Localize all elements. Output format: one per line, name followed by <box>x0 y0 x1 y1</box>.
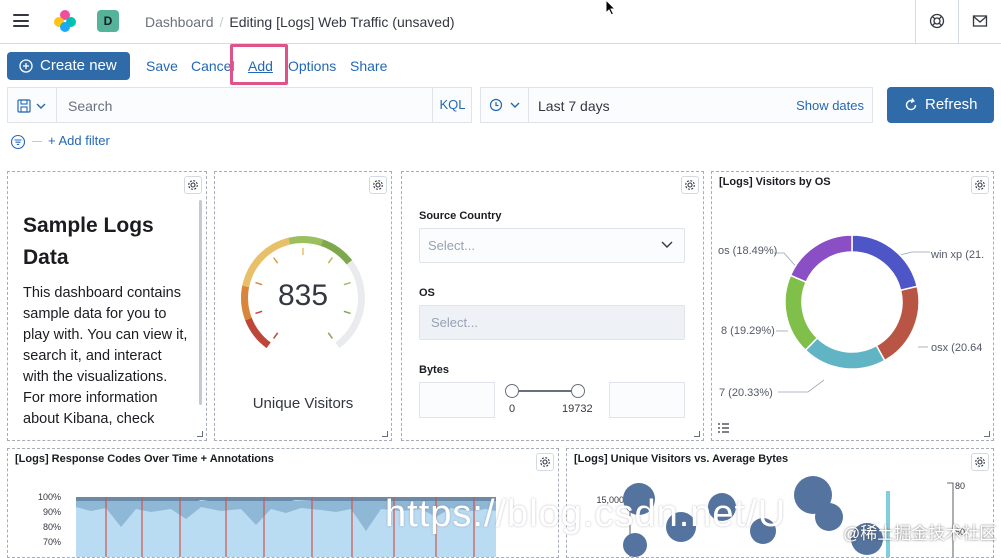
query-bar: Search KQL <box>7 87 472 123</box>
os-slice-label-8: 8 (19.29%) <box>721 325 775 337</box>
save-query-icon <box>17 99 46 113</box>
donut-slice-osx[interactable] <box>875 285 920 362</box>
search-input[interactable]: Search <box>68 98 112 114</box>
source-country-label: Source Country <box>419 210 502 222</box>
donut-slice-ios[interactable] <box>789 234 853 284</box>
kql-toggle[interactable]: KQL <box>432 88 472 122</box>
gauge-fill-segment <box>297 236 307 244</box>
site-watermark: @稀土掘金技术社区 <box>843 524 997 543</box>
gauge-label: Unique Visitors <box>252 395 354 412</box>
newsfeed-button[interactable] <box>958 0 1001 44</box>
options-link[interactable]: Options <box>288 58 336 74</box>
visitors-by-os-panel: [Logs] Visitors by OS win xp (21. osx (2… <box>711 171 994 441</box>
gear-icon <box>373 180 383 190</box>
resize-handle[interactable] <box>197 431 203 437</box>
markdown-body: This dashboard contains sample data for … <box>23 285 188 427</box>
refresh-label: Refresh <box>925 96 978 113</box>
os-placeholder: Select... <box>431 315 478 330</box>
panel-options-button[interactable] <box>681 176 699 194</box>
donut-slice-win-xp[interactable] <box>851 234 919 292</box>
y-tick: 100% <box>37 492 61 502</box>
resize-handle[interactable] <box>694 431 700 437</box>
visitors-by-os-donut <box>774 234 930 393</box>
input-controls-panel: Source Country Select... OS Select... By… <box>401 171 704 441</box>
filter-icon[interactable] <box>10 134 26 150</box>
os-slice-label-winxp: win xp (21. <box>931 249 985 261</box>
bytes-min-value: 0 <box>509 403 516 415</box>
date-range-label[interactable]: Last 7 days <box>538 98 610 114</box>
quick-select-button[interactable] <box>481 88 529 122</box>
breadcrumb-current: Editing [Logs] Web Traffic (unsaved) <box>229 14 455 30</box>
help-button[interactable] <box>915 0 958 44</box>
donut-slice-7[interactable] <box>804 336 886 370</box>
gauge-tick <box>273 257 279 264</box>
y-tick: 70% <box>42 537 61 547</box>
response-codes-title: [Logs] Response Codes Over Time + Annota… <box>15 453 274 465</box>
donut-slice-8[interactable] <box>784 274 819 352</box>
y-tick: 90% <box>42 507 61 517</box>
source-country-placeholder: Select... <box>428 238 475 253</box>
refresh-icon <box>905 98 917 111</box>
y-tick: 80% <box>42 522 61 532</box>
filter-divider <box>32 141 42 142</box>
os-slice-label-7: 7 (20.33%) <box>719 387 773 399</box>
bytes-min-input[interactable] <box>419 382 495 418</box>
kibana-logo-icon[interactable] <box>53 9 77 33</box>
breadcrumb-dashboard[interactable]: Dashboard <box>145 14 214 30</box>
gauge-fill-segment <box>288 236 299 245</box>
bytes-max-value: 19732 <box>562 403 593 415</box>
show-dates-link[interactable]: Show dates <box>796 98 864 113</box>
resize-handle[interactable] <box>984 431 990 437</box>
breadcrumb-separator: / <box>219 14 224 30</box>
gear-icon <box>540 457 550 467</box>
cancel-link[interactable]: Cancel <box>191 58 235 74</box>
save-link[interactable]: Save <box>146 58 178 74</box>
space-avatar[interactable]: D <box>97 10 119 32</box>
menu-icon[interactable] <box>13 14 29 27</box>
markdown-title: Sample Logs Data <box>23 214 154 269</box>
gear-icon <box>685 180 695 190</box>
os-slice-label-ios: os (18.49%) <box>718 245 778 257</box>
breadcrumb: Dashboard / Editing [Logs] Web Traffic (un… <box>145 14 455 30</box>
markdown-scrollbar[interactable] <box>199 200 202 405</box>
highlight-box <box>230 44 288 85</box>
url-watermark: https://blog.csdn.net/U <box>385 493 787 535</box>
panel-options-button[interactable] <box>184 176 202 194</box>
os-slice-label-osx: osx (20.64 <box>931 342 983 354</box>
create-new-button[interactable]: Create new <box>7 52 130 80</box>
help-icon <box>929 13 945 29</box>
gauge-tick <box>327 332 333 339</box>
gauge-value: 835 <box>277 279 329 312</box>
top-nav-bar: D Dashboard / Editing [Logs] Web Traffic (… <box>0 0 1001 44</box>
markdown-panel: Sample Logs Data This dashboard contains… <box>7 171 207 441</box>
dashboard-action-bar: Create new Save Cancel Add Options Share <box>0 44 1001 88</box>
bytes-slider-min-handle[interactable] <box>505 384 519 398</box>
legend-toggle-icon[interactable] <box>718 423 729 433</box>
share-link[interactable]: Share <box>350 58 387 74</box>
bytes-label: Bytes <box>419 364 449 376</box>
gauge-tick <box>273 332 279 339</box>
create-new-label: Create new <box>40 57 117 74</box>
gauge-tick <box>327 257 333 264</box>
bytes-max-input[interactable] <box>609 382 685 418</box>
refresh-button[interactable]: Refresh <box>887 87 994 123</box>
mail-icon <box>972 15 988 27</box>
source-country-select[interactable]: Select... <box>419 228 685 263</box>
date-picker: Last 7 days Show dates <box>480 87 873 123</box>
unique-visitors-gauge-panel: 835 Unique Visitors <box>214 171 392 441</box>
bytes-slider-max-handle[interactable] <box>571 384 585 398</box>
bytes-slider-track[interactable] <box>512 390 578 392</box>
chevron-down-icon <box>661 241 673 248</box>
plus-circle-icon <box>19 59 33 73</box>
clock-icon <box>489 98 520 112</box>
panel-options-button[interactable] <box>369 176 387 194</box>
saved-query-button[interactable] <box>8 88 57 122</box>
mouse-cursor-icon <box>605 0 617 16</box>
add-filter-link[interactable]: + Add filter <box>48 133 110 148</box>
resize-handle[interactable] <box>382 431 388 437</box>
os-label: OS <box>419 287 435 299</box>
os-select[interactable]: Select... <box>419 305 685 340</box>
gear-icon <box>188 180 198 190</box>
panel-options-button[interactable] <box>536 453 554 471</box>
